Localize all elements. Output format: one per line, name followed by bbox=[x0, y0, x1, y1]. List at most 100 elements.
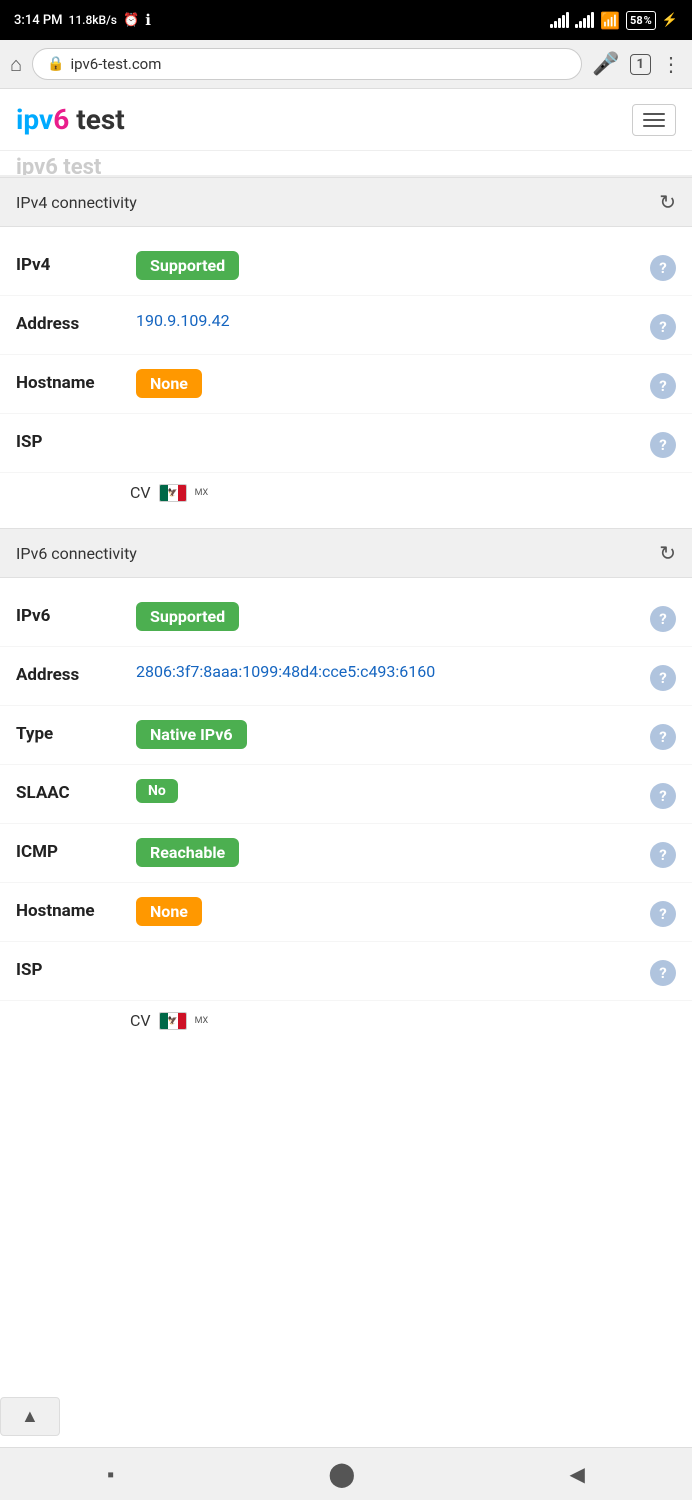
home-button[interactable]: ⌂ bbox=[10, 52, 22, 77]
ipv6-icmp-badge: Reachable bbox=[136, 838, 239, 867]
ipv4-isp-row: ISP ? bbox=[0, 414, 692, 473]
scroll-up-button[interactable]: ▲ bbox=[0, 1397, 60, 1436]
ipv4-hostname-help-circle[interactable]: ? bbox=[650, 373, 676, 399]
ipv6-supported-row: IPv6 Supported ? bbox=[0, 588, 692, 647]
ipv6-slaac-badge: No bbox=[136, 779, 178, 803]
back-button[interactable]: ◀ bbox=[570, 1462, 585, 1486]
logo-test-text: test bbox=[69, 103, 124, 136]
ipv6-isp-row: ISP ? bbox=[0, 942, 692, 1001]
ipv4-hostname-value: None bbox=[136, 369, 640, 398]
ipv6-slaac-help[interactable]: ? bbox=[650, 779, 676, 809]
ipv4-mexico-flag: 🦅 bbox=[159, 484, 187, 502]
ipv6-supported-badge: Supported bbox=[136, 602, 239, 631]
ipv4-help[interactable]: ? bbox=[650, 251, 676, 281]
ipv6-isp-help-circle[interactable]: ? bbox=[650, 960, 676, 986]
bottom-navigation: ▪ ⬤ ◀ bbox=[0, 1447, 692, 1500]
ipv6-slaac-help-circle[interactable]: ? bbox=[650, 783, 676, 809]
ipv4-hostname-badge: None bbox=[136, 369, 202, 398]
ipv6-value: Supported bbox=[136, 602, 640, 631]
ipv4-isp-label: ISP bbox=[16, 428, 126, 452]
ipv4-cv-label: CV bbox=[130, 483, 151, 502]
flag-emblem-2: 🦅 bbox=[168, 1016, 178, 1025]
hamburger-menu-button[interactable] bbox=[632, 104, 676, 136]
ipv4-isp-help[interactable]: ? bbox=[650, 428, 676, 458]
ipv6-icmp-help[interactable]: ? bbox=[650, 838, 676, 868]
ipv6-hostname-label: Hostname bbox=[16, 897, 126, 921]
ipv4-help-circle[interactable]: ? bbox=[650, 255, 676, 281]
ipv6-cv-row: CV 🦅 MX bbox=[0, 1001, 692, 1110]
more-menu-icon[interactable]: ⋮ bbox=[661, 52, 682, 76]
ipv4-cv-row: CV 🦅 MX bbox=[0, 473, 692, 518]
site-header: ipv6 test bbox=[0, 89, 692, 151]
ipv6-slaac-row: SLAAC No ? bbox=[0, 765, 692, 824]
time-display: 3:14 PM bbox=[14, 13, 63, 28]
signal-bars-1 bbox=[550, 12, 569, 28]
ipv6-isp-help[interactable]: ? bbox=[650, 956, 676, 986]
signal-bars-2 bbox=[575, 12, 594, 28]
status-left: 3:14 PM 11.8kB/s ⏰ ℹ bbox=[14, 11, 151, 29]
ghost-text: ipv6 test bbox=[16, 155, 101, 177]
ipv4-hostname-label: Hostname bbox=[16, 369, 126, 393]
logo-ipv-text: ipv bbox=[16, 103, 53, 136]
status-right: 📶 58% ⚡ bbox=[550, 11, 678, 30]
ipv4-content: IPv4 Supported ? Address 190.9.109.42 ? … bbox=[0, 227, 692, 528]
ipv6-cv-label: CV bbox=[130, 1011, 151, 1030]
ipv6-address-row: Address 2806:3f7:8aaa:1099:48d4:cce5:c49… bbox=[0, 647, 692, 706]
ipv4-address-help-circle[interactable]: ? bbox=[650, 314, 676, 340]
hamburger-line bbox=[643, 119, 665, 121]
ipv4-hostname-row: Hostname None ? bbox=[0, 355, 692, 414]
site-logo: ipv6 test bbox=[16, 103, 125, 136]
microphone-icon[interactable]: 🎤 bbox=[592, 52, 619, 77]
ipv4-address-value: 190.9.109.42 bbox=[136, 310, 640, 332]
ghost-header: ipv6 test bbox=[0, 151, 692, 177]
ipv6-type-badge: Native IPv6 bbox=[136, 720, 247, 749]
ipv6-help[interactable]: ? bbox=[650, 602, 676, 632]
ipv4-hostname-help[interactable]: ? bbox=[650, 369, 676, 399]
ipv4-refresh-icon[interactable]: ↻ bbox=[659, 190, 676, 214]
ipv4-supported-row: IPv4 Supported ? bbox=[0, 237, 692, 296]
ipv6-type-help-circle[interactable]: ? bbox=[650, 724, 676, 750]
ipv6-content: IPv6 Supported ? Address 2806:3f7:8aaa:1… bbox=[0, 578, 692, 1120]
mx-label-2: MX bbox=[195, 1016, 209, 1026]
ipv4-address-row: Address 190.9.109.42 ? bbox=[0, 296, 692, 355]
hamburger-line bbox=[643, 113, 665, 115]
url-bar[interactable]: 🔒 ipv6-test.com bbox=[32, 48, 582, 80]
ipv6-address-link[interactable]: 2806:3f7:8aaa:1099:48d4:cce5:c493:6160 bbox=[136, 661, 435, 683]
ipv6-label: IPv6 bbox=[16, 602, 126, 626]
ipv6-hostname-row: Hostname None ? bbox=[0, 883, 692, 942]
ipv4-address-label: Address bbox=[16, 310, 126, 334]
ipv6-icmp-help-circle[interactable]: ? bbox=[650, 842, 676, 868]
ipv6-icmp-label: ICMP bbox=[16, 838, 126, 862]
alarm-icon: ⏰ bbox=[123, 13, 139, 28]
ipv6-hostname-help-circle[interactable]: ? bbox=[650, 901, 676, 927]
ipv6-address-help-circle[interactable]: ? bbox=[650, 665, 676, 691]
info-icon: ℹ bbox=[145, 11, 151, 29]
flag-emblem: 🦅 bbox=[168, 488, 178, 497]
ipv6-hostname-badge: None bbox=[136, 897, 202, 926]
ipv6-hostname-value: None bbox=[136, 897, 640, 926]
ipv6-address-value: 2806:3f7:8aaa:1099:48d4:cce5:c493:6160 bbox=[136, 661, 640, 683]
ipv6-slaac-label: SLAAC bbox=[16, 779, 126, 803]
ipv4-section-header: IPv4 connectivity ↻ bbox=[0, 177, 692, 227]
ipv6-hostname-help[interactable]: ? bbox=[650, 897, 676, 927]
ipv4-value: Supported bbox=[136, 251, 640, 280]
tab-count[interactable]: 1 bbox=[630, 54, 651, 75]
ipv6-type-help[interactable]: ? bbox=[650, 720, 676, 750]
ipv4-address-link[interactable]: 190.9.109.42 bbox=[136, 310, 230, 332]
status-bar: 3:14 PM 11.8kB/s ⏰ ℹ 📶 58% ⚡ bbox=[0, 0, 692, 40]
recents-button[interactable]: ▪ bbox=[107, 1462, 114, 1487]
ipv4-isp-help-circle[interactable]: ? bbox=[650, 432, 676, 458]
ipv6-address-label: Address bbox=[16, 661, 126, 685]
ipv6-type-value: Native IPv6 bbox=[136, 720, 640, 749]
ipv6-section-title: IPv6 connectivity bbox=[16, 544, 137, 563]
ipv6-slaac-value: No bbox=[136, 779, 640, 803]
ipv6-refresh-icon[interactable]: ↻ bbox=[659, 541, 676, 565]
home-nav-button[interactable]: ⬤ bbox=[328, 1460, 355, 1488]
ipv4-address-help[interactable]: ? bbox=[650, 310, 676, 340]
ipv6-help-circle[interactable]: ? bbox=[650, 606, 676, 632]
mx-label: MX bbox=[195, 488, 209, 498]
url-display: ipv6-test.com bbox=[71, 55, 162, 73]
ipv6-icmp-value: Reachable bbox=[136, 838, 640, 867]
ipv6-address-help[interactable]: ? bbox=[650, 661, 676, 691]
ipv4-section-title: IPv4 connectivity bbox=[16, 193, 137, 212]
